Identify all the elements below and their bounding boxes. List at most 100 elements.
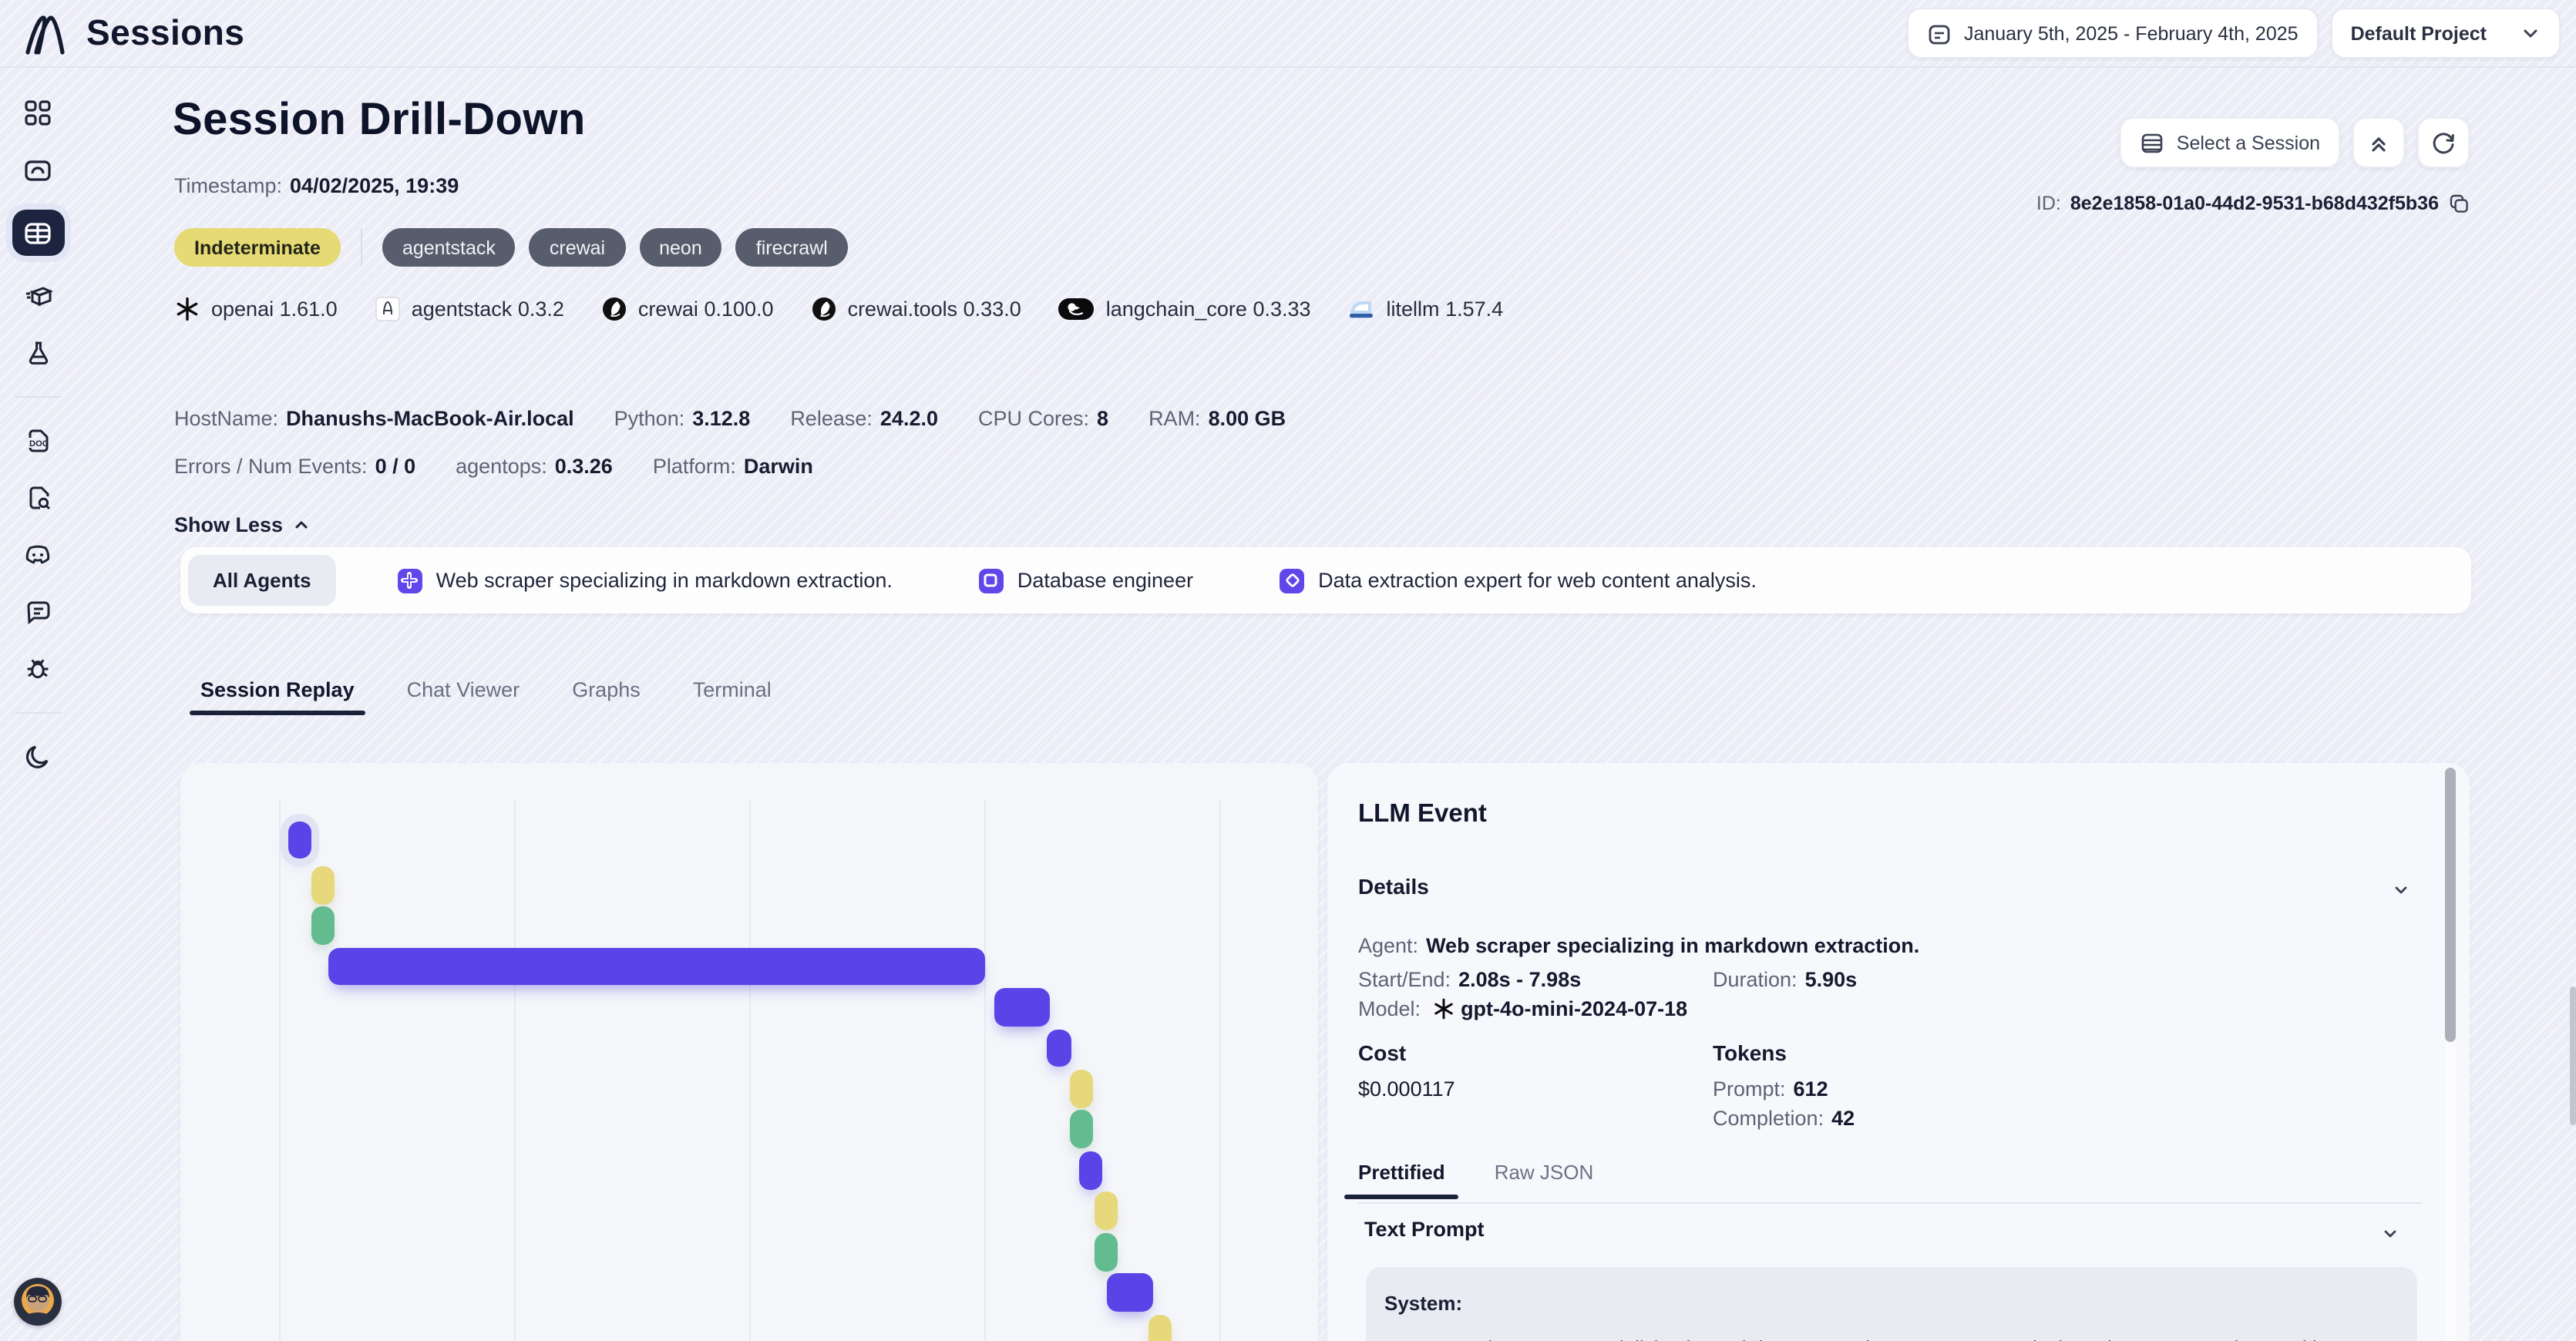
- replay-event-bar[interactable]: [1047, 1030, 1071, 1067]
- tab-terminal[interactable]: Terminal: [693, 678, 772, 715]
- main-tabs: Session Replay Chat Viewer Graphs Termin…: [200, 678, 772, 715]
- dark-mode-toggle[interactable]: [12, 734, 64, 780]
- package-langchain-core: langchain_core 0.3.33: [1058, 297, 1311, 321]
- replay-event-bar[interactable]: [1107, 1273, 1153, 1312]
- agents-filter-bar: All Agents Web scraper specializing in m…: [180, 547, 2471, 613]
- timestamp-line: Timestamp:04/02/2025, 19:39: [174, 174, 459, 197]
- browser-card-icon: [23, 155, 52, 184]
- sidebar-item-docs[interactable]: DOC: [12, 418, 64, 464]
- replay-event-bar[interactable]: [1070, 1110, 1093, 1148]
- chevron-up-icon: [291, 515, 311, 535]
- view-tabs: Prettified Raw JSON: [1358, 1161, 1593, 1198]
- replay-event-bar[interactable]: [1095, 1191, 1118, 1230]
- prompt-tokens-row: Prompt:612: [1713, 1077, 1828, 1101]
- llm-event-panel: LLM Event Details Agent:Web scraper spec…: [1327, 763, 2470, 1341]
- tab-chat-viewer[interactable]: Chat Viewer: [407, 678, 520, 715]
- view-tabs-border: [1358, 1202, 2422, 1204]
- double-chevron-up-icon: [2368, 132, 2389, 153]
- session-tag: neon: [639, 228, 722, 267]
- session-id-value: 8e2e1858-01a0-44d2-9531-b68d432f5b36: [2070, 193, 2439, 214]
- sidebar-item-deploy[interactable]: [12, 273, 64, 319]
- event-title: LLM Event: [1358, 800, 1487, 829]
- duration-row: Duration:5.90s: [1713, 968, 1857, 991]
- cost-value: $0.000117: [1358, 1077, 1455, 1101]
- flask-icon: [22, 338, 53, 368]
- bug-icon: [22, 654, 54, 684]
- system-prompt-text: You are Web scraper specializing in mark…: [1384, 1333, 2399, 1341]
- sessions-table-icon: [23, 218, 52, 247]
- refresh-button[interactable]: [2417, 117, 2470, 168]
- replay-event-bar[interactable]: [328, 948, 985, 985]
- replay-event-bar[interactable]: [311, 906, 335, 945]
- discord-icon: [22, 539, 54, 570]
- replay-event-bar[interactable]: [1070, 1070, 1093, 1108]
- agentops-logo-icon: [18, 7, 71, 59]
- sidebar-item-discord[interactable]: [12, 532, 64, 578]
- agent-filter-data-extraction[interactable]: Data extraction expert for web content a…: [1280, 568, 1757, 593]
- tab-session-replay[interactable]: Session Replay: [200, 678, 355, 715]
- package-agentstack: agentstack 0.3.2: [375, 296, 564, 322]
- sidebar-item-overview[interactable]: [12, 146, 64, 193]
- page-scrollbar-thumb[interactable]: [2570, 986, 2576, 1125]
- tag-divider: [361, 228, 362, 267]
- copy-icon[interactable]: [2448, 193, 2470, 214]
- replay-event-bar[interactable]: [994, 988, 1050, 1027]
- agent-diamond-icon: [1280, 568, 1304, 593]
- collapse-button[interactable]: [2352, 117, 2405, 168]
- grid-icon: [23, 98, 52, 127]
- tab-graphs[interactable]: Graphs: [572, 678, 641, 715]
- sidebar-item-dashboard[interactable]: [12, 89, 64, 136]
- sidebar-item-experiments[interactable]: [12, 330, 64, 376]
- completion-tokens-row: Completion:42: [1713, 1107, 1855, 1130]
- system-label: System:: [1384, 1292, 2399, 1315]
- system-prompt-box: System: You are Web scraper specializing…: [1366, 1267, 2417, 1341]
- sidebar-item-feedback[interactable]: [12, 589, 64, 635]
- package-crewai: crewai 0.100.0: [601, 296, 774, 322]
- doc-file-icon: DOC: [22, 425, 53, 456]
- session-drilldown-page: Sessions January 5th, 2025 - February 4t…: [0, 0, 2576, 1341]
- package-box-icon: [22, 281, 53, 311]
- project-select[interactable]: Default Project: [2331, 8, 2561, 59]
- sidebar-item-bug-report[interactable]: [12, 646, 64, 692]
- text-prompt-chevron-down-icon[interactable]: [2380, 1224, 2400, 1244]
- brand[interactable]: Sessions: [18, 7, 244, 59]
- text-prompt-label: Text Prompt: [1364, 1218, 1485, 1241]
- model-row: Model: gpt-4o-mini-2024-07-18: [1358, 997, 1687, 1020]
- startend-row: Start/End:2.08s - 7.98s: [1358, 968, 1581, 991]
- all-agents-chip[interactable]: All Agents: [188, 555, 336, 606]
- tab-raw-json[interactable]: Raw JSON: [1495, 1161, 1594, 1198]
- sidebar-item-sessions[interactable]: [12, 210, 64, 256]
- date-range-picker[interactable]: January 5th, 2025 - February 4th, 2025: [1907, 8, 2319, 59]
- replay-event-bar[interactable]: [311, 866, 335, 905]
- timestamp-value: 04/02/2025, 19:39: [290, 174, 459, 197]
- show-less-toggle[interactable]: Show Less: [174, 513, 311, 536]
- moon-icon: [23, 742, 52, 771]
- refresh-icon: [2431, 130, 2456, 155]
- replay-event-bar[interactable]: [288, 822, 311, 859]
- tags-row: Indeterminate agentstack crewai neon fir…: [174, 228, 848, 267]
- tokens-label: Tokens: [1713, 1040, 1787, 1065]
- sidebar-item-logs-search[interactable]: [12, 475, 64, 521]
- litellm-train-icon: [1348, 297, 1376, 321]
- replay-event-bar[interactable]: [1148, 1315, 1172, 1341]
- replay-event-bar[interactable]: [1079, 1151, 1102, 1190]
- chat-bubble-icon: [22, 597, 53, 627]
- openai-icon: [1431, 997, 1454, 1020]
- sidebar-divider: [15, 712, 61, 714]
- replay-event-bar[interactable]: [1095, 1233, 1118, 1272]
- user-avatar[interactable]: [14, 1278, 62, 1326]
- session-tag: firecrawl: [736, 228, 848, 267]
- agent-filter-web-scraper[interactable]: Web scraper specializing in markdown ext…: [398, 568, 893, 593]
- details-chevron-down-icon[interactable]: [2391, 880, 2411, 900]
- replay-chart: [180, 763, 1318, 1341]
- agent-square-icon: [979, 568, 1004, 593]
- openai-icon: [174, 296, 200, 322]
- agent-filter-database-engineer[interactable]: Database engineer: [979, 568, 1193, 593]
- calendar-icon: [1927, 21, 1952, 45]
- chevron-down-icon: [2521, 23, 2541, 43]
- cost-label: Cost: [1358, 1040, 1406, 1065]
- tab-prettified[interactable]: Prettified: [1358, 1161, 1445, 1198]
- select-session-button[interactable]: Select a Session: [2120, 117, 2340, 168]
- event-panel-scrollbar-thumb[interactable]: [2445, 768, 2456, 1042]
- session-tag: agentstack: [382, 228, 516, 267]
